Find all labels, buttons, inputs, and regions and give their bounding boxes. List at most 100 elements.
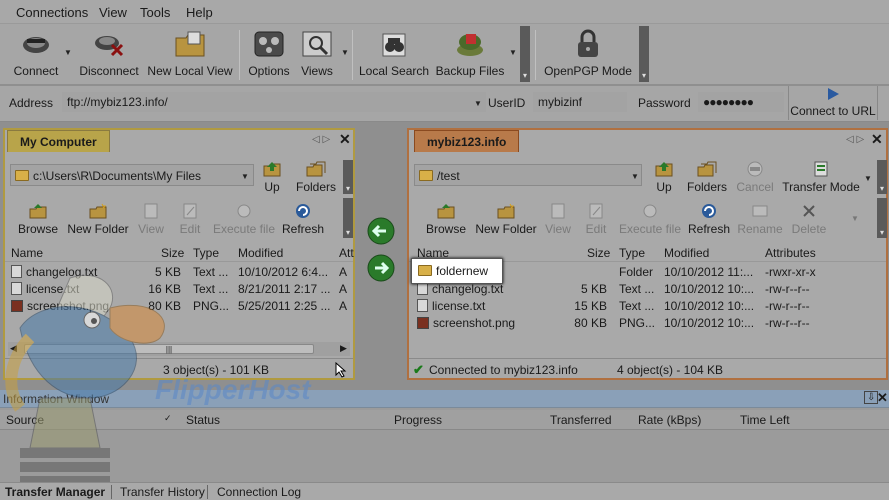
delete-dropdown-icon[interactable]: ▼ (851, 214, 859, 223)
left-view-button[interactable]: View (136, 202, 166, 236)
left-path-combo[interactable]: c:\Users\R\Documents\My Files (10, 164, 254, 186)
col-type[interactable]: Type (619, 246, 645, 260)
right-rename-button[interactable]: Rename (737, 202, 783, 236)
bottom-tab-bar: Transfer Manager Transfer History Connec… (0, 482, 889, 500)
address-input[interactable]: ftp://mybiz123.info/ (62, 92, 486, 112)
panel-toolbar-grip[interactable]: ▾ (343, 198, 353, 238)
connect-icon (19, 28, 53, 60)
right-view-button[interactable]: View (543, 202, 573, 236)
right-browse-button[interactable]: Browse (423, 202, 469, 236)
transfer-mode-dropdown-icon[interactable]: ▼ (864, 174, 872, 183)
backup-files-button[interactable]: Backup Files (435, 28, 505, 82)
openpgp-mode-button[interactable]: OpenPGP Mode (543, 28, 633, 82)
tab-scroll-arrows-icon[interactable]: ◁ ▷ (312, 134, 330, 145)
execute-icon (211, 202, 277, 220)
new-folder-icon (65, 202, 131, 220)
mouse-cursor-icon (335, 362, 347, 378)
right-up-button[interactable]: Up (653, 160, 675, 194)
left-edit-button[interactable]: Edit (175, 202, 205, 236)
views-dropdown-icon[interactable]: ▼ (341, 48, 349, 57)
new-local-view-button[interactable]: New Local View (146, 28, 234, 82)
col-size[interactable]: Size (587, 246, 610, 260)
up-folder-icon (653, 160, 675, 178)
transfer-arrows-area (360, 128, 404, 380)
scroll-right-icon[interactable]: ▶ (340, 343, 347, 354)
left-execute-file-button[interactable]: Execute file (211, 202, 277, 236)
right-execute-file-button[interactable]: Execute file (617, 202, 683, 236)
backup-icon (453, 28, 487, 60)
col-progress[interactable]: Progress (394, 413, 442, 427)
right-folders-button[interactable]: Folders (686, 160, 728, 194)
disconnect-button[interactable]: Disconnect (78, 28, 140, 82)
tab-transfer-history[interactable]: Transfer History (120, 485, 205, 499)
text-file-icon (417, 299, 428, 312)
tab-connection-log[interactable]: Connection Log (217, 485, 301, 499)
transfer-left-arrow-icon[interactable] (366, 216, 396, 246)
options-button[interactable]: Options (246, 28, 292, 82)
folder-icon (419, 170, 433, 181)
col-attributes[interactable]: Attributes (765, 246, 816, 260)
toolbar-grip[interactable]: ▾ (520, 26, 530, 82)
col-modified[interactable]: Modified (238, 246, 283, 260)
panel-toolbar-grip[interactable]: ▾ (877, 198, 887, 238)
col-name[interactable]: Name (11, 246, 43, 260)
menu-bar: Connections View Tools Help (0, 0, 889, 24)
tab-mybiz123-info[interactable]: mybiz123.info (414, 130, 520, 152)
lock-icon (571, 28, 605, 60)
right-status-objects: 4 object(s) - 104 KB (617, 363, 724, 377)
table-row[interactable]: license.txt 15 KB Text ... 10/10/2012 10… (409, 297, 886, 314)
connect-button[interactable]: Connect (8, 28, 64, 82)
right-cancel-button[interactable]: Cancel (735, 160, 775, 194)
connect-to-url-button[interactable]: Connect to URL (788, 86, 878, 120)
col-modified[interactable]: Modified (664, 246, 709, 260)
right-transfer-mode-button[interactable]: Transfer Mode (781, 160, 861, 194)
left-browse-button[interactable]: Browse (15, 202, 61, 236)
col-size[interactable]: Size (161, 246, 184, 260)
folder-icon (15, 170, 29, 181)
tab-my-computer[interactable]: My Computer (7, 130, 110, 152)
highlighted-folder-row[interactable]: foldernew (411, 258, 503, 284)
right-new-folder-button[interactable]: New Folder (473, 202, 539, 236)
menu-help[interactable]: Help (186, 5, 213, 20)
left-folders-button[interactable]: Folders (295, 160, 337, 194)
left-refresh-button[interactable]: Refresh (281, 202, 325, 236)
password-input[interactable]: ●●●●●●●● (698, 92, 784, 112)
col-time-left[interactable]: Time Left (740, 413, 790, 427)
address-dropdown-icon[interactable]: ▼ (474, 99, 482, 108)
path-dropdown-icon[interactable]: ▼ (241, 172, 249, 181)
views-button[interactable]: Views (298, 28, 336, 82)
panel-toolbar-grip[interactable]: ▾ (343, 160, 353, 194)
panel-toolbar-grip[interactable]: ▾ (877, 160, 887, 194)
right-delete-button[interactable]: Delete (789, 202, 829, 236)
edit-icon (581, 202, 611, 220)
right-edit-button[interactable]: Edit (581, 202, 611, 236)
connect-dropdown-icon[interactable]: ▼ (64, 48, 72, 57)
path-dropdown-icon[interactable]: ▼ (631, 172, 639, 181)
left-up-button[interactable]: Up (261, 160, 283, 194)
folder-icon (173, 28, 207, 60)
menu-connections[interactable]: Connections (16, 5, 88, 20)
close-icon[interactable]: ✕ (339, 131, 351, 148)
userid-input[interactable]: mybizinf (533, 92, 627, 112)
close-icon[interactable]: ✕ (871, 131, 883, 148)
delete-icon (789, 202, 829, 220)
right-refresh-button[interactable]: Refresh (687, 202, 731, 236)
backup-dropdown-icon[interactable]: ▼ (509, 48, 517, 57)
col-transferred[interactable]: Transferred (550, 413, 612, 427)
local-search-button[interactable]: Local Search (359, 28, 429, 82)
transfer-right-arrow-icon[interactable] (366, 253, 396, 283)
right-path-combo[interactable]: /test (414, 164, 642, 186)
refresh-icon (281, 202, 325, 220)
col-type[interactable]: Type (193, 246, 219, 260)
tab-scroll-arrows-icon[interactable]: ◁ ▷ (846, 134, 864, 145)
col-rate[interactable]: Rate (kBps) (638, 413, 701, 427)
menu-view[interactable]: View (99, 5, 127, 20)
menu-tools[interactable]: Tools (140, 5, 170, 20)
left-new-folder-button[interactable]: New Folder (65, 202, 131, 236)
table-row[interactable]: screenshot.png 80 KB PNG... 10/10/2012 1… (409, 314, 886, 331)
toolbar-grip[interactable]: ▾ (639, 26, 649, 82)
col-attr[interactable]: Att (339, 246, 354, 260)
close-icon[interactable]: ✕ (877, 390, 888, 406)
right-panel: mybiz123.info ◁ ▷ ✕ /test ▼ Up Folders C… (407, 128, 888, 380)
tab-transfer-manager[interactable]: Transfer Manager (5, 485, 105, 499)
